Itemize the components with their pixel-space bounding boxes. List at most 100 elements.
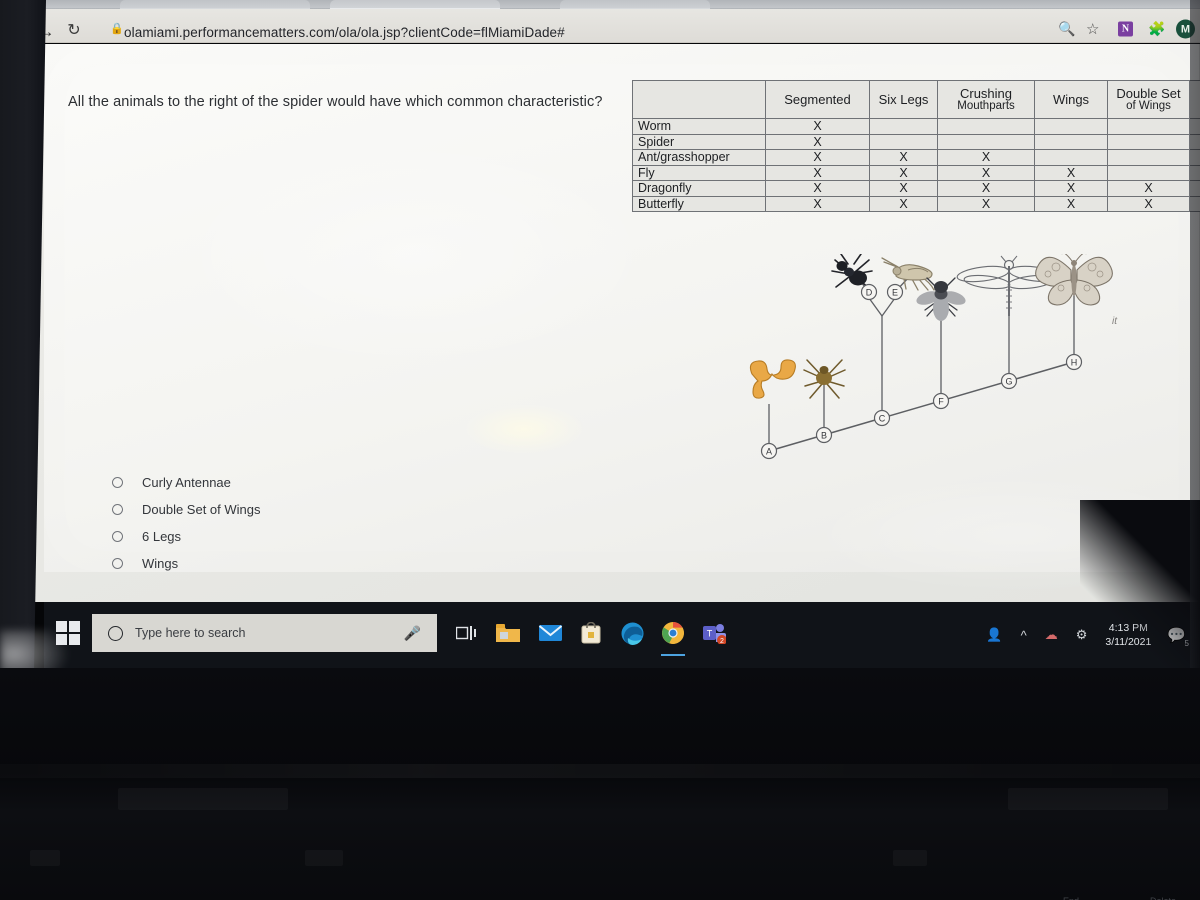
screen-bezel-right bbox=[1190, 0, 1200, 672]
table-cell: X bbox=[869, 149, 938, 166]
screen-glare bbox=[464, 404, 584, 454]
chrome-glyph bbox=[662, 622, 684, 644]
search-input[interactable]: Type here to search 🎤 bbox=[92, 614, 437, 652]
onenote-icon[interactable]: N bbox=[1118, 21, 1133, 37]
bookmark-star-icon[interactable]: ☆ bbox=[1086, 20, 1099, 38]
table-cell: X bbox=[765, 133, 870, 150]
extensions-puzzle-icon[interactable]: 🧩 bbox=[1148, 21, 1165, 38]
folder-glyph bbox=[496, 624, 520, 642]
table-cell bbox=[1034, 118, 1108, 135]
answer-choice-label: Wings bbox=[142, 556, 179, 571]
chrome-icon[interactable] bbox=[656, 616, 690, 656]
key-hint bbox=[305, 850, 343, 866]
svg-text:2: 2 bbox=[720, 638, 724, 644]
show-hidden-icons-chevron[interactable]: ^ bbox=[1021, 628, 1027, 643]
grasshopper-illustration bbox=[881, 257, 935, 291]
key-label-end: End bbox=[1063, 896, 1079, 900]
cortana-circle-icon bbox=[108, 625, 123, 641]
header-line-2: Mouthparts bbox=[957, 100, 1015, 113]
file-explorer-icon[interactable] bbox=[491, 616, 525, 650]
header-line-1: Wings bbox=[1052, 91, 1090, 107]
answer-choice-1[interactable]: Curly Antennae bbox=[68, 469, 488, 496]
radio-button[interactable] bbox=[112, 531, 123, 542]
microphone-icon[interactable]: 🎤 bbox=[404, 625, 421, 642]
envelope-glyph bbox=[538, 625, 562, 641]
answer-choice-2[interactable]: Double Set of Wings bbox=[68, 496, 488, 523]
table-row-label: Butterfly bbox=[632, 195, 766, 212]
table-row: ButterflyXXXXXX bbox=[632, 195, 1200, 212]
table-cell: X bbox=[1034, 164, 1108, 181]
table-col-header: Double Set of Wings bbox=[1107, 80, 1190, 119]
table-col-header: Crushing Mouthparts bbox=[937, 80, 1035, 119]
cladogram-node-label: E bbox=[892, 287, 898, 297]
table-row: Dragonfly X X X X X bbox=[632, 180, 1200, 197]
search-zoom-icon[interactable]: 🔍 bbox=[1058, 21, 1075, 38]
table-row-label: Spider bbox=[632, 133, 766, 150]
people-icon[interactable]: 👤 bbox=[986, 627, 1002, 643]
laptop-screen: ← → ↻ 🔒 olamiami.performancematters.com/… bbox=[0, 0, 1200, 668]
teams-icon[interactable]: T 2 bbox=[697, 616, 731, 650]
lock-icon: 🔒 bbox=[110, 23, 124, 35]
task-view-glyph bbox=[456, 626, 476, 640]
table-cell: X bbox=[1107, 180, 1190, 197]
task-view-icon[interactable] bbox=[449, 616, 483, 650]
edge-icon[interactable] bbox=[615, 616, 649, 650]
worm-illustration bbox=[749, 359, 796, 399]
answer-choice-label: 6 Legs bbox=[142, 529, 182, 544]
header-line-1: Double Set bbox=[1116, 85, 1181, 101]
table-cell: X bbox=[937, 164, 1035, 181]
key-hint bbox=[1008, 788, 1168, 810]
table-cell bbox=[1034, 149, 1108, 166]
radio-button[interactable] bbox=[112, 477, 123, 488]
table-cell: X bbox=[937, 195, 1035, 212]
table-cell: X bbox=[765, 164, 870, 181]
table-row: Worm X bbox=[632, 118, 1200, 135]
table-cell bbox=[1034, 133, 1108, 150]
store-icon[interactable] bbox=[574, 616, 608, 650]
table-row-label: Fly bbox=[632, 164, 766, 181]
table-cell bbox=[1107, 133, 1190, 150]
key-hint bbox=[118, 788, 288, 810]
mail-icon[interactable] bbox=[533, 616, 567, 650]
table-row-label: Dragonfly bbox=[632, 180, 766, 197]
table-cell: X bbox=[937, 180, 1035, 197]
cladogram-node-label: F bbox=[938, 396, 944, 406]
table-cell: X bbox=[765, 180, 870, 197]
table-cell: X bbox=[1107, 195, 1190, 212]
browser-toolbar: ← → ↻ 🔒 olamiami.performancematters.com/… bbox=[0, 9, 1200, 43]
svg-text:T: T bbox=[707, 629, 713, 639]
answer-choice-4[interactable]: Wings bbox=[68, 550, 488, 577]
onedrive-icon[interactable]: ☁ bbox=[1045, 627, 1058, 643]
table-cell: X bbox=[869, 195, 938, 212]
address-bar-url[interactable]: olamiami.performancematters.com/ola/ola.… bbox=[124, 25, 565, 41]
table-col-header bbox=[632, 80, 766, 119]
ant-illustration bbox=[831, 254, 873, 288]
table-cell: X bbox=[1034, 180, 1108, 197]
table-cell bbox=[1107, 149, 1190, 166]
windows-taskbar: Type here to search 🎤 T 2 👤 ^ ☁ bbox=[44, 602, 1200, 668]
table-cell bbox=[1107, 164, 1190, 181]
answer-choices: Curly Antennae Double Set of Wings 6 Legs W… bbox=[68, 469, 488, 577]
table-row-label: Ant/grasshopper bbox=[632, 149, 766, 166]
table-col-header: Segmented bbox=[765, 80, 870, 119]
reload-icon[interactable]: ↻ bbox=[64, 21, 84, 41]
cladogram-node-label: H bbox=[1071, 357, 1078, 367]
radio-button[interactable] bbox=[112, 504, 123, 515]
cladogram-node-label: B bbox=[821, 430, 827, 440]
table-cell: X bbox=[765, 118, 870, 135]
search-placeholder: Type here to search bbox=[135, 626, 246, 640]
active-app-underline bbox=[661, 654, 685, 656]
radio-button[interactable] bbox=[112, 558, 123, 569]
table-row: Ant/grasshopper X X X bbox=[632, 149, 1200, 166]
table-col-header: Wings bbox=[1034, 80, 1108, 119]
table-cell bbox=[869, 133, 938, 150]
header-line-1: Crushing bbox=[959, 85, 1013, 101]
answer-choice-label: Double Set of Wings bbox=[142, 502, 261, 517]
stray-text: it bbox=[1112, 316, 1117, 327]
table-cell bbox=[869, 118, 938, 135]
cladogram-node-label: A bbox=[766, 446, 772, 456]
answer-choice-3[interactable]: 6 Legs bbox=[68, 523, 488, 550]
table-cell: X bbox=[765, 149, 870, 166]
edge-glyph bbox=[621, 622, 643, 645]
table-cell: X bbox=[765, 195, 870, 212]
